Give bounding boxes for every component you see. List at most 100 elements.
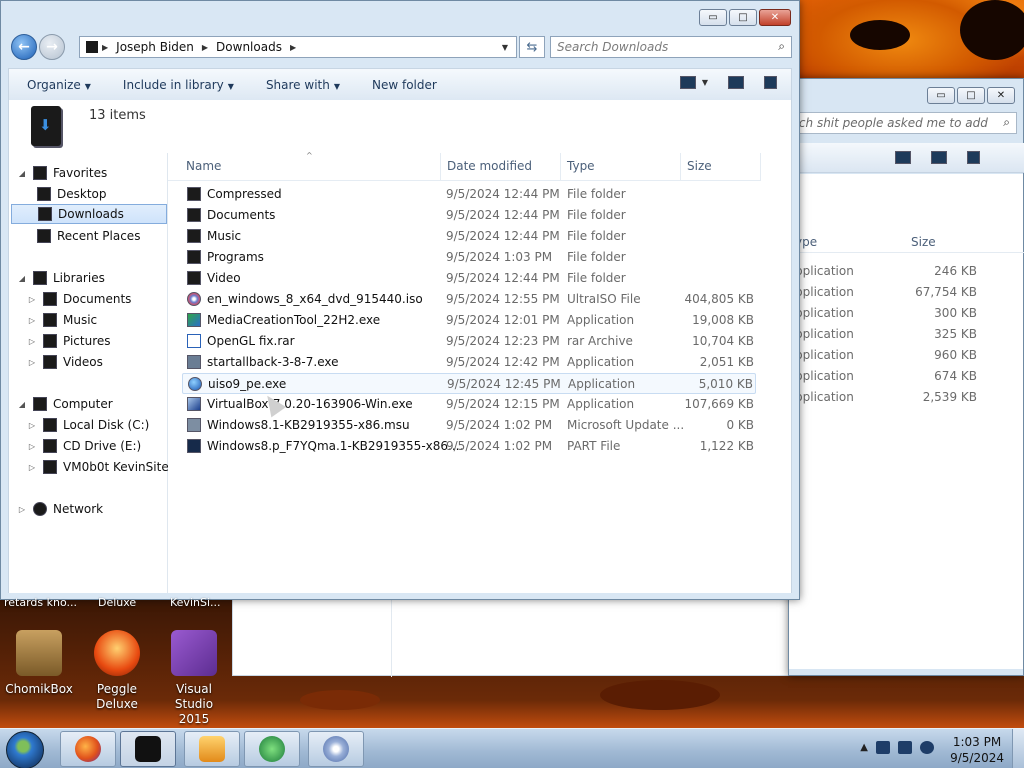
share-with-button[interactable]: Share with ▼: [248, 78, 354, 92]
list-item[interactable]: pplication 300 KB: [789, 302, 989, 323]
address-bar[interactable]: ▶ Joseph Biden ▶ Downloads ▶ ▼: [79, 36, 517, 58]
refresh-button[interactable]: ⇆: [519, 36, 545, 58]
name-column-header[interactable]: Name: [186, 159, 221, 173]
table-row[interactable]: en_windows_8_x64_dvd_915440.iso 9/5/2024 …: [182, 289, 756, 310]
list-item[interactable]: pplication 246 KB: [789, 260, 989, 281]
desktop-icon: [37, 187, 51, 201]
preview-pane-icon[interactable]: [728, 76, 744, 89]
volume-icon[interactable]: [920, 741, 934, 754]
column-divider[interactable]: [560, 153, 561, 181]
search-icon[interactable]: ⌕: [778, 39, 785, 54]
close-button[interactable]: ✕: [987, 87, 1015, 104]
nav-recent-places[interactable]: Recent Places: [37, 226, 140, 246]
nav-pictures[interactable]: ▷ Pictures: [27, 331, 111, 351]
clock[interactable]: 1:03 PM 9/5/2024: [950, 734, 1004, 766]
explorer-window[interactable]: ▭ □ ✕ ← → ▶ Joseph Biden ▶ Downloads ▶ ▼…: [0, 0, 800, 600]
disc-image-icon: [323, 736, 349, 762]
nav-desktop[interactable]: Desktop: [37, 184, 107, 204]
forward-button[interactable]: →: [39, 34, 65, 60]
type-column-header[interactable]: Type: [567, 159, 595, 173]
expand-icon: ◢: [18, 273, 26, 283]
column-divider[interactable]: [440, 153, 441, 181]
nav-local-disk[interactable]: ▷ Local Disk (C:): [27, 415, 149, 435]
display-icon[interactable]: [898, 741, 912, 754]
breadcrumb-item[interactable]: Downloads: [212, 40, 286, 54]
help-icon[interactable]: [764, 76, 777, 89]
table-row[interactable]: Video 9/5/2024 12:44 PM File folder: [182, 268, 756, 289]
minimize-button[interactable]: ▭: [927, 87, 955, 104]
start-button[interactable]: [6, 731, 44, 768]
include-in-library-button[interactable]: Include in library ▼: [105, 78, 248, 92]
pane-divider: [391, 597, 392, 677]
taskbar-firefox[interactable]: [60, 731, 116, 767]
table-row[interactable]: Programs 9/5/2024 1:03 PM File folder: [182, 247, 756, 268]
table-row[interactable]: Documents 9/5/2024 12:44 PM File folder: [182, 205, 756, 226]
desktop-icon-label: Deluxe: [98, 596, 137, 609]
chevron-right-icon[interactable]: ▶: [286, 43, 300, 52]
nav-music[interactable]: ▷ Music: [27, 310, 97, 330]
flag-icon[interactable]: [876, 741, 890, 754]
column-divider[interactable]: [680, 153, 681, 181]
change-view-icon[interactable]: [679, 76, 696, 89]
table-row[interactable]: startallback-3-8-7.exe 9/5/2024 12:42 PM A…: [182, 352, 756, 373]
date-column-header[interactable]: Date modified: [447, 159, 532, 173]
chevron-down-icon[interactable]: ▼: [702, 78, 708, 87]
background-explorer-window[interactable]: ▭ □ ✕ rch shit people asked me to add ⌕ …: [788, 78, 1024, 676]
item-count: 13 items: [89, 108, 146, 123]
maximize-button[interactable]: □: [957, 87, 985, 104]
table-row[interactable]: Windows8.1-KB2919355-x86.msu 9/5/2024 1:0…: [182, 415, 756, 436]
search-icon[interactable]: ⌕: [1003, 115, 1010, 130]
table-row[interactable]: Music 9/5/2024 12:44 PM File folder: [182, 226, 756, 247]
desktop-shortcut-chomikbox[interactable]: ChomikBox: [2, 630, 76, 697]
archive-icon: [187, 334, 201, 348]
table-row[interactable]: uiso9_pe.exe 9/5/2024 12:45 PM Application…: [182, 373, 756, 394]
nav-network-drive[interactable]: ▷ VM0b0t KevinSite: [27, 457, 169, 477]
back-button[interactable]: ←: [11, 34, 37, 60]
list-item[interactable]: pplication 325 KB: [789, 323, 989, 344]
chevron-right-icon[interactable]: ▶: [98, 43, 112, 52]
list-item[interactable]: pplication 960 KB: [789, 344, 989, 365]
nav-downloads[interactable]: Downloads: [11, 204, 167, 224]
nav-videos[interactable]: ▷ Videos: [27, 352, 103, 372]
search-input[interactable]: Search Downloads ⌕: [550, 36, 792, 58]
new-folder-button[interactable]: New folder: [354, 78, 451, 92]
nav-cd-drive[interactable]: ▷ CD Drive (E:): [27, 436, 141, 456]
collapse-icon: ▷: [28, 357, 36, 367]
desktop-shortcut-visual-studio[interactable]: Visual Studio 2015: [157, 630, 231, 727]
list-item[interactable]: pplication 2,539 KB: [789, 386, 989, 407]
close-button[interactable]: ✕: [759, 9, 791, 26]
nav-documents[interactable]: ▷ Documents: [27, 289, 131, 309]
maximize-button[interactable]: □: [729, 9, 757, 26]
search-input[interactable]: rch shit people asked me to add ⌕: [789, 112, 1017, 134]
table-row[interactable]: Windows8.p_F7YQma.1-KB2919355-x86.... 9/5…: [182, 436, 756, 457]
preview-pane-icon[interactable]: [931, 151, 947, 164]
chevron-down-icon[interactable]: ▼: [498, 43, 512, 52]
table-row[interactable]: OpenGL fix.rar 9/5/2024 12:23 PM rar Archi…: [182, 331, 756, 352]
download-manager-icon: [259, 736, 285, 762]
list-item[interactable]: pplication 67,754 KB: [789, 281, 989, 302]
nav-computer[interactable]: ◢ Computer: [17, 394, 113, 414]
table-row[interactable]: MediaCreationTool_22H2.exe 9/5/2024 12:01…: [182, 310, 756, 331]
taskbar-app[interactable]: [244, 731, 300, 767]
organize-button[interactable]: Organize ▼: [9, 78, 105, 92]
taskbar-ultraiso[interactable]: [308, 731, 364, 767]
help-icon[interactable]: [967, 151, 980, 164]
size-column-header[interactable]: Size: [911, 235, 936, 249]
taskbar-media-player[interactable]: [184, 731, 240, 767]
table-row[interactable]: Compressed 9/5/2024 12:44 PM File folder: [182, 184, 756, 205]
change-view-icon[interactable]: [895, 151, 911, 164]
size-column-header[interactable]: Size: [687, 159, 712, 173]
column-divider[interactable]: [760, 153, 761, 181]
show-hidden-icons-icon[interactable]: ▲: [860, 742, 868, 753]
taskbar-explorer[interactable]: [120, 731, 176, 767]
nav-libraries[interactable]: ◢ Libraries: [17, 268, 105, 288]
minimize-button[interactable]: ▭: [699, 9, 727, 26]
breadcrumb-item[interactable]: Joseph Biden: [112, 40, 198, 54]
nav-favorites[interactable]: ◢ Favorites: [17, 163, 107, 183]
nav-network[interactable]: ▷ Network: [17, 499, 103, 519]
desktop-shortcut-peggle[interactable]: Peggle Deluxe: [80, 630, 154, 712]
chevron-right-icon[interactable]: ▶: [198, 43, 212, 52]
media-player-icon: [199, 736, 225, 762]
show-desktop-button[interactable]: [1012, 729, 1024, 768]
list-item[interactable]: pplication 674 KB: [789, 365, 989, 386]
